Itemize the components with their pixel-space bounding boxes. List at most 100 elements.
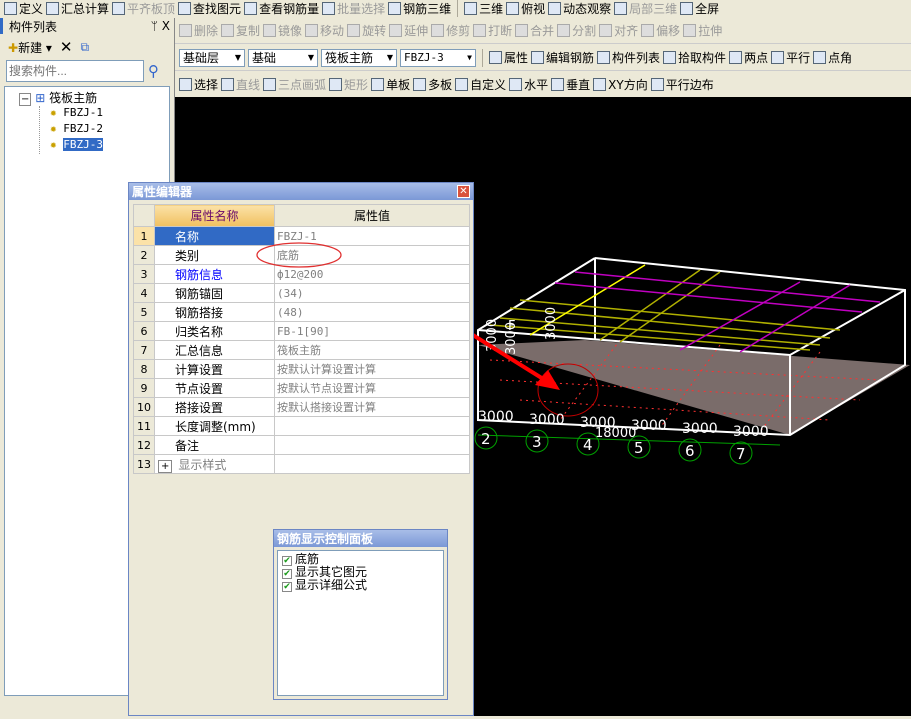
- tree-item[interactable]: ✹ FBZJ-3: [40, 138, 169, 154]
- close-button[interactable]: ✕: [457, 185, 470, 198]
- property-row[interactable]: 11 长度调整(mm): [133, 416, 470, 436]
- toolbar_view-button-1[interactable]: 俯视: [506, 0, 545, 17]
- tool-icon: [455, 77, 469, 91]
- tree-root[interactable]: − ⊞ 筏板主筋: [19, 89, 169, 106]
- property-row[interactable]: 8 计算设置 按默认计算设置计算: [133, 359, 470, 379]
- property-row[interactable]: 9 节点设置 按默认节点设置计算: [133, 378, 470, 398]
- toolbar_prop-button-4[interactable]: 两点: [729, 49, 768, 66]
- property-row[interactable]: 7 汇总信息 筏板主筋: [133, 340, 470, 360]
- toolbar_edit-button-0[interactable]: 删除: [179, 22, 218, 39]
- property-row[interactable]: 4 钢筋锚固 (34): [133, 283, 470, 303]
- toolbar_prop-button-6[interactable]: 点角: [813, 49, 852, 66]
- toolbar_edit-button-11[interactable]: 偏移: [641, 22, 680, 39]
- property-value[interactable]: (48): [274, 302, 470, 322]
- toolbar_main-button-2[interactable]: 平齐板顶: [112, 0, 175, 17]
- search-icon[interactable]: ⚲: [148, 62, 159, 80]
- toolbar_draw-button-8[interactable]: 垂直: [551, 76, 590, 93]
- toolbar_prop-button-5[interactable]: 平行: [771, 49, 810, 66]
- toolbar_prop-button-3[interactable]: 拾取构件: [663, 49, 726, 66]
- tool-label: 汇总计算: [61, 1, 110, 16]
- toolbar_draw-button-0[interactable]: 选择: [179, 76, 218, 93]
- dimension-text: 3000: [733, 424, 769, 440]
- toolbar_main-button-5[interactable]: 批量选择: [322, 0, 385, 17]
- property-editor-titlebar[interactable]: 属性编辑器 ✕: [129, 183, 473, 200]
- toolbar_edit-button-2[interactable]: 镜像: [263, 22, 302, 39]
- toolbar_draw-button-1[interactable]: 直线: [221, 76, 260, 93]
- property-row[interactable]: 6 归类名称 FB-1[90]: [133, 321, 470, 341]
- toolbar_view-button-4[interactable]: 全屏: [680, 0, 719, 17]
- toolbar_draw-button-2[interactable]: 三点画弧: [263, 76, 326, 93]
- toolbar_main-button-1[interactable]: 汇总计算: [46, 0, 109, 17]
- panel-title: 构件列表: [9, 19, 58, 34]
- type-select[interactable]: 筏板主筋 ▼: [321, 48, 397, 67]
- category-select[interactable]: 基础 ▼: [248, 48, 318, 67]
- property-value[interactable]: [274, 416, 470, 436]
- tree-item[interactable]: ✹ FBZJ-1: [40, 106, 169, 122]
- toolbar_main-button-0[interactable]: 定义: [4, 0, 43, 17]
- toolbar_view-button-2[interactable]: 动态观察: [548, 0, 611, 17]
- toolbar_edit-button-7[interactable]: 打断: [473, 22, 512, 39]
- toolbar_main-button-6[interactable]: 钢筋三维: [388, 0, 451, 17]
- toolbar_edit-button-9[interactable]: 分割: [557, 22, 596, 39]
- search-input[interactable]: [6, 60, 144, 82]
- tool-icon: [506, 1, 520, 15]
- copy-icon[interactable]: ⧉: [81, 40, 90, 55]
- toolbar_draw-button-4[interactable]: 单板: [371, 76, 410, 93]
- new-button[interactable]: ✚新建 ▾: [8, 39, 52, 56]
- tool-label: 批量选择: [337, 1, 386, 16]
- property-row[interactable]: 10 搭接设置 按默认搭接设置计算: [133, 397, 470, 417]
- checkbox-checked-icon[interactable]: ✔: [282, 569, 292, 579]
- toolbar_prop-button-2[interactable]: 构件列表: [597, 49, 660, 66]
- toolbar_edit-button-3[interactable]: 移动: [305, 22, 344, 39]
- toolbar_draw-button-5[interactable]: 多板: [413, 76, 452, 93]
- toolbar_draw-button-9[interactable]: XY方向: [593, 76, 648, 93]
- toolbar_view-button-0[interactable]: 三维: [464, 0, 503, 17]
- category-value: 基础: [252, 51, 277, 65]
- row-number: 3: [133, 264, 155, 284]
- toolbar_edit-button-12[interactable]: 拉伸: [683, 22, 722, 39]
- toolbar_edit-button-4[interactable]: 旋转: [347, 22, 386, 39]
- tool-label: 钢筋三维: [403, 1, 452, 16]
- property-value[interactable]: 按默认计算设置计算: [274, 359, 470, 379]
- toolbar_edit-button-6[interactable]: 修剪: [431, 22, 470, 39]
- property-value[interactable]: FB-1[90]: [274, 321, 470, 341]
- toolbar_edit-button-8[interactable]: 合并: [515, 22, 554, 39]
- collapse-icon[interactable]: −: [19, 93, 32, 106]
- toolbar_main-button-3[interactable]: 查找图元: [178, 0, 241, 17]
- toolbar_prop-button-0[interactable]: 属性: [489, 49, 528, 66]
- property-name-text: 计算设置: [175, 362, 224, 377]
- toolbar_edit-button-1[interactable]: 复制: [221, 22, 260, 39]
- tool-label: 延伸: [404, 24, 429, 38]
- control-checkbox-item[interactable]: ✔ 显示详细公式: [282, 579, 439, 592]
- property-row[interactable]: 13 + 显示样式: [133, 454, 470, 474]
- property-value[interactable]: (34): [274, 283, 470, 303]
- toolbar_draw-button-3[interactable]: 矩形: [329, 76, 368, 93]
- property-row[interactable]: 12 备注: [133, 435, 470, 455]
- expand-icon[interactable]: +: [158, 459, 173, 473]
- delete-icon[interactable]: ✕: [60, 38, 73, 56]
- component-select[interactable]: FBZJ-3 ▼: [400, 48, 476, 67]
- checkbox-checked-icon[interactable]: ✔: [282, 556, 292, 566]
- toolbar_draw-button-7[interactable]: 水平: [509, 76, 548, 93]
- tool-label: 查看钢筋量: [259, 1, 320, 16]
- toolbar_prop-button-1[interactable]: 编辑钢筋: [531, 49, 594, 66]
- floor-select[interactable]: 基础层 ▼: [179, 48, 245, 67]
- property-row[interactable]: 5 钢筋搭接 (48): [133, 302, 470, 322]
- toolbar_edit-button-5[interactable]: 延伸: [389, 22, 428, 39]
- toolbar_draw-button-10[interactable]: 平行边布: [650, 76, 714, 93]
- property-value[interactable]: 按默认搭接设置计算: [274, 397, 470, 417]
- property-value[interactable]: [274, 435, 470, 455]
- tool-icon: [221, 77, 235, 91]
- tree-item[interactable]: ✹ FBZJ-2: [40, 122, 169, 138]
- property-value[interactable]: 按默认节点设置计算: [274, 378, 470, 398]
- toolbar_main-button-4[interactable]: 查看钢筋量: [244, 0, 319, 17]
- tool-icon: [178, 1, 192, 15]
- toolbar_draw-button-6[interactable]: 自定义: [455, 76, 506, 93]
- checkbox-checked-icon[interactable]: ✔: [282, 582, 292, 592]
- toolbar_view-button-3[interactable]: 局部三维: [614, 0, 677, 17]
- pin-icon[interactable]: ᛘ: [151, 19, 158, 33]
- toolbar_edit-button-10[interactable]: 对齐: [599, 22, 638, 39]
- property-value[interactable]: [274, 454, 470, 474]
- property-value[interactable]: 筏板主筋: [274, 340, 470, 360]
- close-icon[interactable]: X: [162, 19, 170, 33]
